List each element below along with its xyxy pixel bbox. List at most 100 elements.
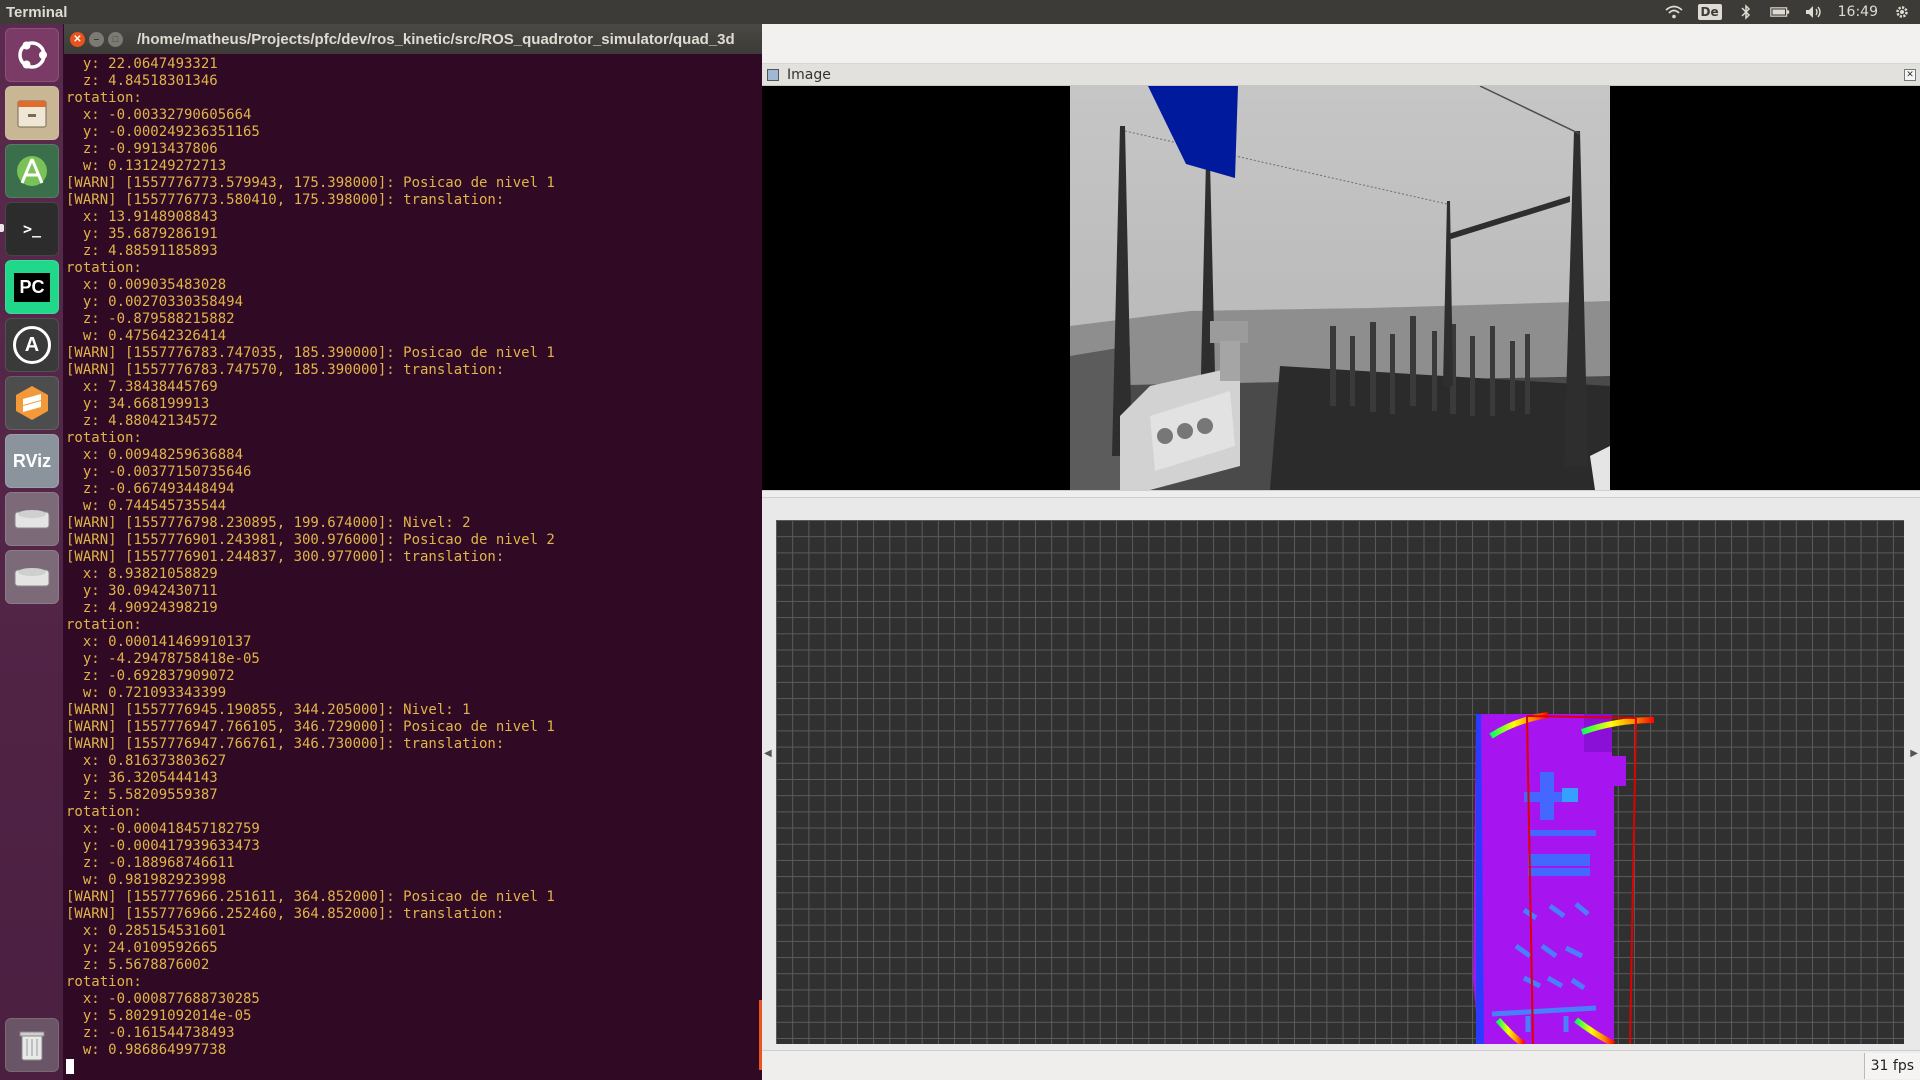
terminal-line: rotation: [66, 974, 151, 990]
camera-image-panel[interactable] [762, 86, 1920, 490]
terminal-line: x: -0.000418457182759 [66, 821, 260, 837]
terminal-line: w: 0.475642326414 [66, 328, 227, 344]
terminal-line: z: 5.58209559387 [66, 787, 218, 803]
terminal-line: y: 5.80291092014e-05 [66, 1008, 252, 1024]
active-app-title: Terminal [6, 3, 68, 21]
rviz-launcher[interactable]: RViz [5, 434, 59, 488]
minimize-window-button[interactable]: – [89, 31, 104, 47]
terminal-line: rotation: [66, 430, 151, 446]
terminal-line: y: -0.000249236351165 [66, 124, 260, 140]
terminal-line: [WARN] [1557776966.251611, 364.852000]: … [66, 889, 555, 905]
terminal-line: [WARN] [1557776966.252460, 364.852000]: … [66, 906, 513, 922]
terminal-line: x: 8.93821058829 [66, 566, 218, 582]
image-panel-icon [767, 68, 779, 81]
terminal-line: x: 0.000141469910137 [66, 634, 252, 650]
volume-icon[interactable] [1804, 3, 1824, 21]
terminal-line: y: 0.00270330358494 [66, 294, 244, 310]
terminal-line: [WARN] [1557776901.244837, 300.977000]: … [66, 549, 513, 565]
hard-drive-icon [14, 510, 50, 529]
fps-counter: 31 fps [1863, 1053, 1920, 1079]
terminal-titlebar[interactable]: ✕ – □ /home/matheus/Projects/pfc/dev/ros… [64, 24, 762, 54]
terminal-line: x: -0.000877688730285 [66, 991, 260, 1007]
terminal-line: x: 0.009035483028 [66, 277, 227, 293]
terminal-line: w: 0.986864997738 [66, 1042, 227, 1058]
ubuntu-dash-button[interactable] [5, 28, 59, 82]
terminal-line: z: 4.90924398219 [66, 600, 218, 616]
rviz-icon: RViz [12, 450, 52, 471]
terminal-title: /home/matheus/Projects/pfc/dev/ros_kinet… [137, 30, 735, 48]
viewer-toolbar [762, 24, 1920, 64]
android-studio-icon [17, 156, 47, 186]
terminal-line: y: 35.6879286191 [66, 226, 218, 242]
settings-gear-icon[interactable] [1892, 3, 1912, 21]
terminal-line: y: 24.0109592665 [66, 940, 218, 956]
terminal-line: w: 0.981982923998 [66, 872, 227, 888]
bluetooth-icon[interactable] [1736, 3, 1756, 21]
wifi-icon[interactable] [1664, 3, 1684, 21]
map-canvas[interactable] [776, 520, 1904, 1044]
terminal-line: y: 36.3205444143 [66, 770, 218, 786]
terminal-line: w: 0.131249272713 [66, 158, 227, 174]
image-viewer-window[interactable]: Image ✕ ◀ ▶ 31 fps [762, 24, 1920, 1080]
terminal-line: w: 0.744545735544 [66, 498, 227, 514]
terminal-line: rotation: [66, 260, 151, 276]
terminal-window[interactable]: ✕ – □ /home/matheus/Projects/pfc/dev/ros… [64, 24, 762, 1080]
clock[interactable]: 16:49 [1838, 4, 1878, 20]
terminal-line: y: 34.668199913 [66, 396, 210, 412]
terminal-line: rotation: [66, 90, 151, 106]
camera-frame [1070, 86, 1610, 490]
terminal-output[interactable]: y: 22.0647493321 z: 4.84518301346 rotatio… [64, 54, 762, 1080]
drive-launcher-1[interactable] [5, 492, 59, 546]
ubuntu-logo-icon [18, 41, 47, 69]
terminal-launcher[interactable]: >_ [5, 202, 59, 256]
maximize-window-button[interactable]: □ [108, 31, 123, 47]
terminal-line: [WARN] [1557776783.747035, 185.390000]: … [66, 345, 555, 361]
android-studio-launcher[interactable] [5, 144, 59, 198]
terminal-line: w: 0.721093343399 [66, 685, 227, 701]
panel-splitter[interactable] [762, 490, 1920, 498]
terminal-line: y: -0.00377150735646 [66, 464, 252, 480]
drive-launcher-2[interactable] [5, 550, 59, 604]
battery-icon[interactable] [1769, 3, 1790, 21]
terminal-line: [WARN] [1557776947.766105, 346.729000]: … [66, 719, 555, 735]
terminal-line: [WARN] [1557776901.243981, 300.976000]: … [66, 532, 555, 548]
files-launcher[interactable] [5, 86, 59, 140]
sublime-text-launcher[interactable] [5, 376, 59, 430]
terminal-line: z: 4.84518301346 [66, 73, 218, 89]
maximize-icon: □ [112, 34, 119, 44]
terminal-line: y: -0.000417939633473 [66, 838, 260, 854]
trash-launcher[interactable] [5, 1018, 59, 1072]
pycharm-icon: PC [14, 272, 50, 302]
terminal-line: rotation: [66, 617, 151, 633]
terminal-line: z: -0.879588215882 [66, 311, 235, 327]
collapse-left-arrow-icon[interactable]: ◀ [764, 748, 772, 759]
terminal-line: z: -0.9913437806 [66, 141, 218, 157]
terminal-line: [WARN] [1557776798.230895, 199.674000]: … [66, 515, 471, 531]
terminal-line: [WARN] [1557776947.766761, 346.730000]: … [66, 736, 513, 752]
minimize-icon: – [93, 33, 100, 45]
terminal-line: x: 0.285154531601 [66, 923, 227, 939]
status-bar: 31 fps [762, 1050, 1920, 1080]
pycharm-launcher[interactable]: PC [5, 260, 59, 314]
collapse-right-arrow-icon[interactable]: ▶ [1910, 748, 1918, 759]
image-panel-close-button[interactable]: ✕ [1904, 68, 1916, 81]
map-3d-view[interactable]: ◀ ▶ [762, 498, 1920, 1050]
active-indicator [0, 224, 4, 232]
terminal-line: [WARN] [1557776773.580410, 175.398000]: … [66, 192, 513, 208]
terminal-line: y: 22.0647493321 [66, 56, 218, 72]
terminal-line: z: -0.161544738493 [66, 1025, 235, 1041]
terminal-line: z: 4.88591185893 [66, 243, 218, 259]
software-updater-launcher[interactable]: A [5, 318, 59, 372]
terminal-line: z: 5.5678876002 [66, 957, 210, 973]
hard-drive-icon [14, 568, 50, 587]
image-panel-header: Image ✕ [762, 64, 1920, 86]
close-icon: ✕ [73, 33, 82, 45]
terminal-line: z: -0.667493448494 [66, 481, 235, 497]
simulated-camera-image [1070, 86, 1610, 490]
trash-icon [19, 1031, 45, 1061]
point-cloud-render [1473, 712, 1655, 1044]
system-tray: De 16:49 [1664, 3, 1920, 21]
terminal-line: rotation: [66, 804, 151, 820]
close-window-button[interactable]: ✕ [70, 31, 85, 47]
keyboard-layout-indicator[interactable]: De [1697, 4, 1722, 20]
